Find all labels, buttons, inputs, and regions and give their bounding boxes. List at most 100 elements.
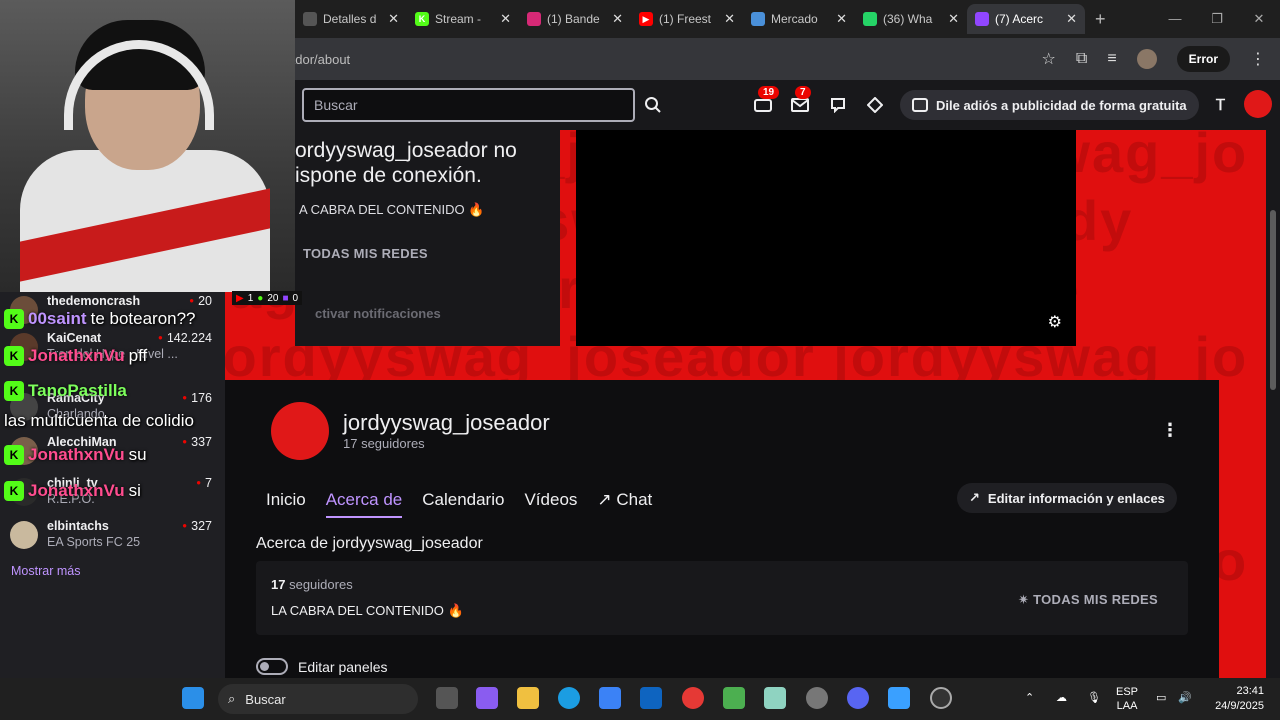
browser-tab[interactable]: (7) Acerc ✕ xyxy=(967,4,1085,34)
user-menu-avatar[interactable] xyxy=(1244,90,1272,118)
channel-avatar[interactable] xyxy=(271,402,329,460)
mic-icon[interactable]: 🎙 xyxy=(1087,691,1101,705)
edit-info-label: Editar información y enlaces xyxy=(987,490,1165,506)
viewer-count: 337 xyxy=(182,435,212,449)
notifications-button[interactable]: 19 xyxy=(752,86,780,116)
offline-notifications[interactable]: ctivar notificaciones xyxy=(315,306,441,321)
clock[interactable]: 23:41 24/9/2025 xyxy=(1215,684,1264,714)
maximize-icon[interactable]: ❐ xyxy=(1196,0,1238,38)
tab-inicio[interactable]: Inicio xyxy=(266,490,306,518)
extensions-icon[interactable]: ⧉ xyxy=(1076,50,1087,68)
tray-overflow-icon[interactable]: ⌃ xyxy=(1025,691,1034,705)
channel-name: jordyyswag_joseador xyxy=(343,410,550,435)
edit-panels-toggle[interactable] xyxy=(256,658,288,675)
chat-username[interactable]: JonathxnVu xyxy=(28,445,125,465)
task-view-icon[interactable] xyxy=(436,687,458,709)
tab-calendario[interactable]: Calendario xyxy=(422,490,504,518)
browser-tab[interactable]: (1) Bande ✕ xyxy=(519,4,631,34)
screen: Detalles d ✕ K Stream - ✕ (1) Bande ✕ ▶ (1) Free… xyxy=(0,0,1280,720)
close-tab-icon[interactable]: ✕ xyxy=(836,11,847,27)
chat-message: K JonathxnVu su xyxy=(4,445,147,465)
whispers-button[interactable] xyxy=(827,94,849,116)
show-more-link[interactable]: Mostrar más xyxy=(11,564,80,578)
about-tagline: LA CABRA DEL CONTENIDO 🔥 xyxy=(271,603,464,618)
gear-icon[interactable]: ⚙ xyxy=(1048,312,1062,332)
settings-icon[interactable] xyxy=(806,687,828,709)
notepad-icon[interactable] xyxy=(888,687,910,709)
tab-acerca-de[interactable]: Acerca de xyxy=(325,490,403,518)
close-tab-icon[interactable]: ✕ xyxy=(724,11,735,27)
profile-avatar[interactable] xyxy=(1136,49,1157,69)
close-window-icon[interactable]: ✕ xyxy=(1238,0,1280,38)
browser-tab[interactable]: Detalles d ✕ xyxy=(295,4,407,34)
browser-menu-icon[interactable]: ⋮ xyxy=(1250,49,1266,69)
edge-icon[interactable] xyxy=(558,687,580,709)
tab-chat[interactable]: ↗ Chat xyxy=(597,490,652,518)
crown-button[interactable] xyxy=(864,94,886,116)
close-tab-icon[interactable]: ✕ xyxy=(388,11,399,27)
chat-username[interactable]: JonathxnVu xyxy=(28,346,125,366)
outlook-icon[interactable] xyxy=(640,687,662,709)
offline-tagline: A CABRA DEL CONTENIDO 🔥 xyxy=(299,202,485,217)
whispers-icon xyxy=(831,98,845,113)
clock-time: 23:41 xyxy=(1236,685,1264,697)
store-icon[interactable] xyxy=(599,687,621,709)
tab-favicon-icon xyxy=(303,12,317,26)
about-links-button[interactable]: ✷ TODAS MIS REDES xyxy=(1018,592,1158,608)
browser-tab[interactable]: (36) Wha ✕ xyxy=(855,4,967,34)
browser-tab[interactable]: Mercado ✕ xyxy=(743,4,855,34)
chat-username[interactable]: TanoPastilla xyxy=(28,381,127,401)
file-explorer-icon[interactable] xyxy=(517,687,539,709)
bookmark-star-icon[interactable]: ☆ xyxy=(1042,49,1056,69)
tab-videos[interactable]: Vídeos xyxy=(524,490,577,518)
browser-tab[interactable]: ▶ (1) Freest ✕ xyxy=(631,4,743,34)
close-tab-icon[interactable]: ✕ xyxy=(948,11,959,27)
discord-icon[interactable] xyxy=(847,687,869,709)
translate-button[interactable]: Ꭲ xyxy=(1210,94,1232,116)
browser-tab[interactable]: K Stream - ✕ xyxy=(407,4,519,34)
more-options-icon[interactable]: ⋮ xyxy=(1161,420,1179,441)
close-tab-icon[interactable]: ✕ xyxy=(500,11,511,27)
chat-text: si xyxy=(128,481,141,500)
new-tab-icon[interactable]: + xyxy=(1095,9,1106,30)
viewer-count: 176 xyxy=(182,391,212,405)
search-button[interactable] xyxy=(639,88,667,122)
ad-free-button[interactable]: Dile adiós a publicidad de forma gratuit… xyxy=(900,90,1199,120)
scrollbar-thumb[interactable] xyxy=(1270,210,1276,390)
minimize-icon[interactable]: — xyxy=(1154,0,1196,38)
tab-label: Detalles d xyxy=(323,12,377,26)
url-text[interactable]: ador/about xyxy=(288,52,350,67)
sidebar-channel[interactable]: elbintachs EA Sports FC 25 327 xyxy=(10,517,220,553)
search-input[interactable]: Buscar xyxy=(302,88,635,122)
page-scrollbar[interactable] xyxy=(1266,130,1280,678)
inbox-button[interactable]: 7 xyxy=(789,86,811,116)
chrome-icon[interactable] xyxy=(682,687,704,709)
channel-name: elbintachs xyxy=(47,519,109,533)
windows-start-icon[interactable] xyxy=(182,687,204,709)
browser-error-button[interactable]: Error xyxy=(1176,46,1230,72)
viewer-count: 327 xyxy=(182,519,212,533)
tab-favicon-icon xyxy=(527,12,541,26)
obs-icon[interactable] xyxy=(930,687,952,709)
edit-info-button[interactable]: ↗ Editar información y enlaces xyxy=(957,483,1177,513)
game-icon[interactable] xyxy=(723,687,745,709)
windows-taskbar: ⌕ Buscar ⌃ ☁ 🎙 ESP LAA ▭ 🔊 23:41 24/9/20… xyxy=(0,678,1280,720)
notes-icon[interactable] xyxy=(764,687,786,709)
media-control-icon[interactable]: ≡ xyxy=(1107,50,1116,68)
network-icon[interactable]: ▭ xyxy=(1156,691,1166,705)
youtube-count: 1 xyxy=(247,292,254,304)
office-icon[interactable] xyxy=(476,687,498,709)
chat-username[interactable]: 00saint xyxy=(28,309,87,329)
offline-links[interactable]: TODAS MIS REDES xyxy=(303,246,428,261)
cloud-icon[interactable]: ☁ xyxy=(1056,691,1067,705)
taskbar-search[interactable]: ⌕ Buscar xyxy=(218,684,418,714)
volume-icon[interactable]: 🔊 xyxy=(1178,691,1192,705)
close-tab-icon[interactable]: ✕ xyxy=(612,11,623,27)
chat-username[interactable]: JonathxnVu xyxy=(28,481,125,501)
channel-avatar xyxy=(10,521,38,549)
language-indicator[interactable]: ESP LAA xyxy=(1116,685,1138,713)
video-player[interactable]: ⚙ xyxy=(576,130,1076,346)
close-tab-icon[interactable]: ✕ xyxy=(1066,11,1077,27)
tab-favicon-icon: K xyxy=(415,12,429,26)
tab-label: (1) Bande xyxy=(547,12,600,26)
